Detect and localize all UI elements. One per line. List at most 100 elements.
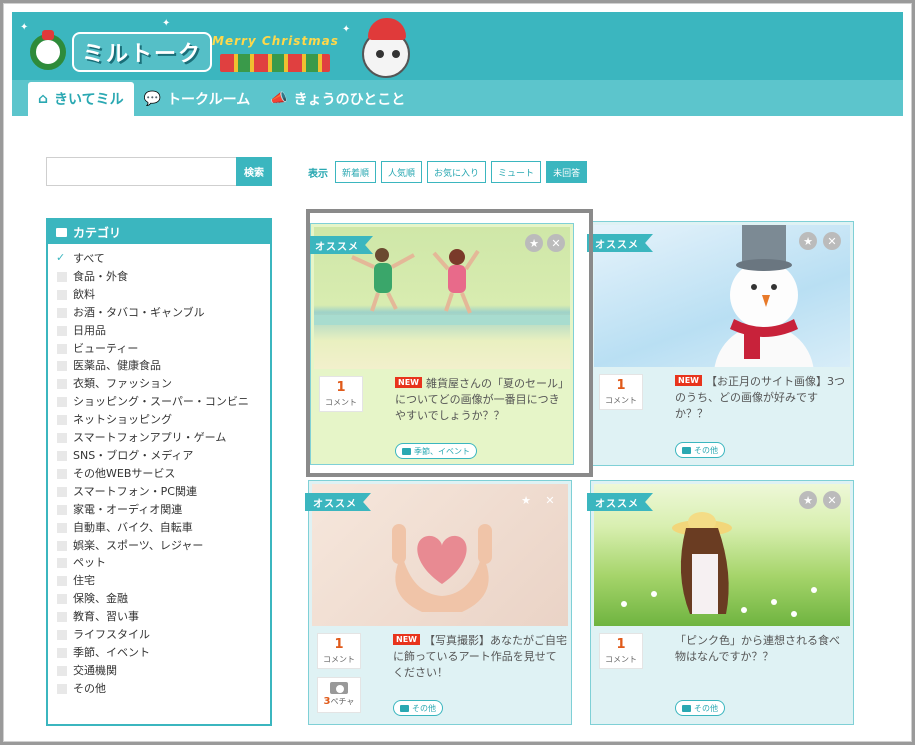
sparkle-icon: ✦ [342,24,351,35]
comment-count-box[interactable]: 1 コメント [317,633,361,669]
checkbox[interactable] [57,289,67,300]
category-item[interactable]: ネットショッピング [57,411,270,429]
checkbox[interactable] [57,576,67,587]
search-button[interactable]: 検索 [236,157,272,186]
category-tag[interactable]: その他 [675,442,725,458]
checkbox[interactable] [57,594,67,605]
category-item[interactable]: 家電・オーディオ関連 [57,501,270,519]
wreath-icon [30,30,66,70]
favorite-star-icon[interactable]: ★ [525,234,543,252]
tab-kiitemiru[interactable]: ⌂ きいてミル [28,82,134,116]
tab-talkroom[interactable]: 💬 トークルーム [134,82,261,116]
category-item[interactable]: 住宅 [57,572,270,590]
checkbox[interactable] [57,683,67,694]
category-item[interactable]: 保険、金融 [57,590,270,608]
gift-boxes-icon [220,54,330,72]
category-item[interactable]: 衣類、ファッション [57,375,270,393]
checkbox[interactable] [57,665,67,676]
checkbox[interactable] [56,249,67,267]
category-item[interactable]: 教育、習い事 [57,608,270,626]
category-tag[interactable]: その他 [675,700,725,716]
category-item[interactable]: 交通機関 [57,662,270,680]
category-item[interactable]: スマートフォン・PC関連 [57,483,270,501]
filter-favorites[interactable]: お気に入り [427,161,487,183]
category-item[interactable]: ペット [57,554,270,572]
filter-muted[interactable]: ミュート [491,161,542,183]
checkbox[interactable] [57,612,67,623]
checkbox[interactable] [57,343,67,354]
comment-count-box[interactable]: 1 コメント [599,374,643,410]
category-sidebar: カテゴリ すべて食品・外食飲料お酒・タバコ・ギャンブル日用品ビューティー医薬品、… [46,218,272,726]
checkbox[interactable] [57,379,67,390]
checkbox[interactable] [57,271,67,282]
site-logo[interactable]: ミルトーク [30,30,213,72]
category-item[interactable]: 娯楽、スポーツ、レジャー [57,537,270,555]
checkbox[interactable] [57,433,67,444]
category-item[interactable]: その他 [57,680,270,698]
category-item[interactable]: すべて [56,249,270,268]
checkbox[interactable] [57,415,67,426]
checkbox[interactable] [57,361,67,372]
category-item[interactable]: その他WEBサービス [57,465,270,483]
category-item[interactable]: ショッピング・スーパー・コンビニ [57,393,270,411]
category-item[interactable]: 自動車、バイク、自転車 [57,519,270,537]
checkbox[interactable] [57,450,67,461]
category-item[interactable]: ライフスタイル [57,626,270,644]
question-card[interactable]: オススメ ★ ✕ 1 コメント NEW 雑貨屋さんの「夏のセール」についてどの画像… [307,223,574,465]
checkbox[interactable] [57,307,67,318]
category-label: 飲料 [73,287,95,301]
question-title[interactable]: NEW 【写真撮影】あなたがご自宅に飾っているアート作品を見せてください！ [393,633,567,681]
favorite-star-icon[interactable]: ★ [799,491,817,509]
checkbox[interactable] [57,397,67,408]
category-item[interactable]: スマートフォンアプリ・ゲーム [57,429,270,447]
search-input[interactable] [46,157,236,186]
comment-count-box[interactable]: 1 コメント [599,633,643,669]
camera-icon [330,682,348,694]
category-tag[interactable]: 季節、イベント [395,443,477,459]
category-item[interactable]: 医薬品、健康食品 [57,357,270,375]
category-item[interactable]: SNS・ブログ・メディア [57,447,270,465]
category-header: カテゴリ [48,220,270,244]
comment-count-box[interactable]: 1 コメント [319,376,363,412]
filter-newest[interactable]: 新着順 [335,161,377,183]
christmas-banner-text: Merry Christmas [212,34,339,48]
category-item[interactable]: ビューティー [57,340,270,358]
favorite-star-icon[interactable]: ★ [799,232,817,250]
category-label: 衣類、ファッション [73,377,172,391]
question-card[interactable]: オススメ ★ ✕ 1 コメント 3ペチャ NEW 【写真撮影】あなたがご自宅に飾っ… [305,480,572,725]
filter-unanswered[interactable]: 未回答 [546,161,588,183]
question-title[interactable]: 「ピンク色」から連想される食べ物はなんですか？？ [675,633,849,665]
checkbox[interactable] [57,630,67,641]
recommended-ribbon: オススメ [587,493,653,511]
filter-popular[interactable]: 人気順 [381,161,423,183]
checkbox[interactable] [57,468,67,479]
category-item[interactable]: 季節、イベント [57,644,270,662]
checkbox[interactable] [57,522,67,533]
checkbox[interactable] [57,325,67,336]
checkbox[interactable] [57,486,67,497]
checkbox[interactable] [57,558,67,569]
favorite-star-icon[interactable]: ★ [517,491,535,509]
category-label: SNS・ブログ・メディア [73,448,194,462]
category-item[interactable]: お酒・タバコ・ギャンブル [57,304,270,322]
category-label: 教育、習い事 [73,610,139,624]
close-icon[interactable]: ✕ [823,232,841,250]
close-icon[interactable]: ✕ [547,234,565,252]
checkbox[interactable] [57,540,67,551]
category-item[interactable]: 食品・外食 [57,268,270,286]
question-card[interactable]: オススメ ★ ✕ 1 コメント NEW 【お正月のサイト画像】3つのうち、どの画像… [587,221,854,466]
category-label: 医薬品、健康食品 [73,359,161,373]
photo-count-box[interactable]: 3ペチャ [317,677,361,713]
tab-hitokoto[interactable]: 📣 きょうのひとこと [260,82,415,116]
question-title[interactable]: NEW 雑貨屋さんの「夏のセール」についてどの画像が一番目につきやすいでしょうか？… [395,376,569,424]
question-board-icon: ⌂ [38,91,49,107]
category-item[interactable]: 日用品 [57,322,270,340]
checkbox[interactable] [57,647,67,658]
close-icon[interactable]: ✕ [823,491,841,509]
category-tag[interactable]: その他 [393,700,443,716]
question-title[interactable]: NEW 【お正月のサイト画像】3つのうち、どの画像が好みですか？？ [675,374,849,422]
checkbox[interactable] [57,504,67,515]
category-item[interactable]: 飲料 [57,286,270,304]
question-card[interactable]: オススメ ★ ✕ 1 コメント 「ピンク色」から連想される食べ物はなんですか？？… [587,480,854,725]
close-icon[interactable]: ✕ [541,491,559,509]
